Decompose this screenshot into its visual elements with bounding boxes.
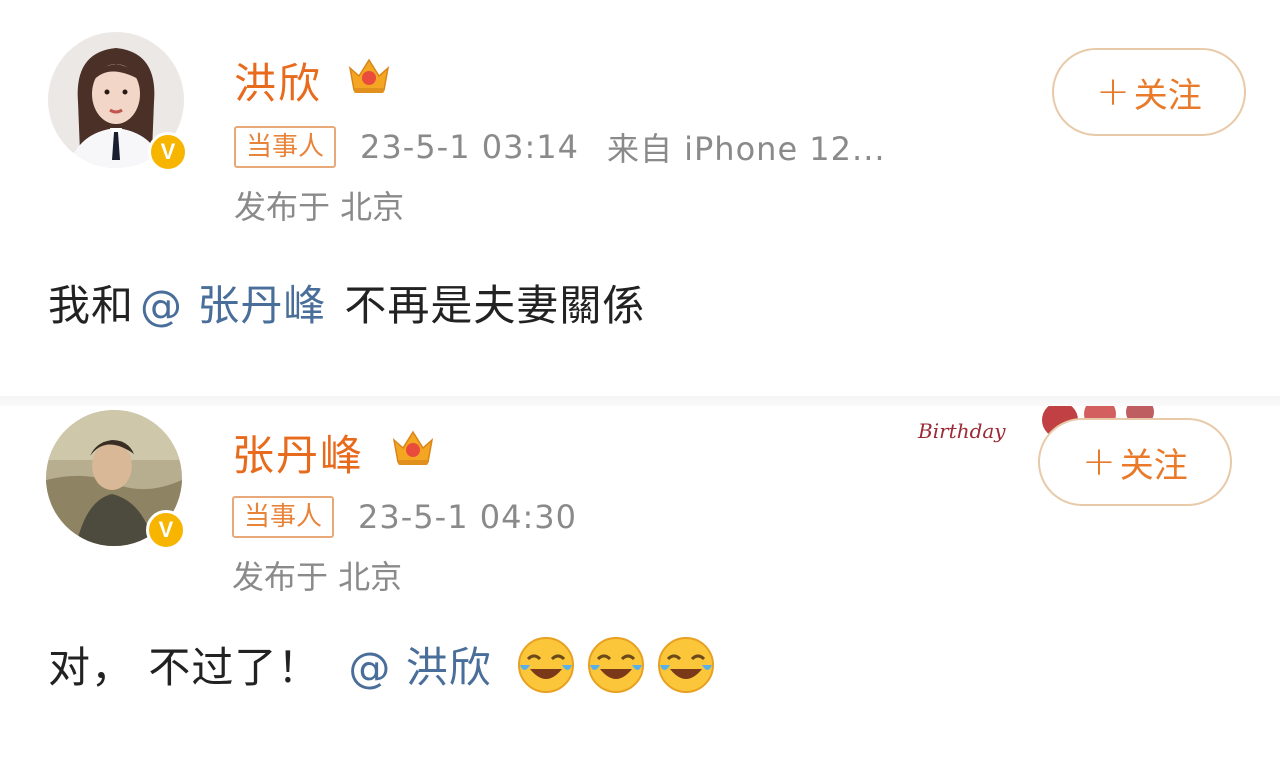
text-segment: 对， 不过了！ (48, 643, 321, 692)
meta-row: 当事人 23-5-1 03:14 来自 iPhone 12... (234, 124, 886, 170)
weibo-comment-screenshot: V 洪欣 + 关注 当事人 23-5-1 03:14 来自 iPhone 12.… (0, 0, 1280, 778)
post-location: 发布于 北京 (234, 188, 405, 226)
post-content: 我和 @ 张丹峰 不再是夫妻關係 (48, 272, 645, 333)
timestamp: 23-5-1 04:30 (358, 498, 577, 536)
follow-button[interactable]: + 关注 (1052, 48, 1246, 136)
follow-button[interactable]: + 关注 (1038, 418, 1232, 506)
meta-row: 当事人 23-5-1 04:30 (232, 496, 605, 538)
laughing-crying-emoji-icon (587, 636, 644, 693)
verified-icon: V (148, 132, 188, 172)
verified-icon: V (146, 510, 186, 550)
follow-label: 关注 (1133, 75, 1202, 116)
post-zhangdanfeng: V 张丹峰 + 关注 当事人 23-5-1 04:30 发布于 北京 对， 不过… (0, 400, 1280, 778)
role-badge: 当事人 (232, 496, 335, 538)
text-segment: 不再是夫妻關係 (344, 281, 646, 330)
role-badge: 当事人 (234, 126, 337, 168)
crown-icon (348, 58, 390, 93)
source-device: 来自 iPhone 12... (606, 130, 886, 168)
laughing-crying-emoji-icon (657, 636, 714, 693)
avatar-hongxin[interactable]: V (48, 32, 188, 172)
username[interactable]: 洪欣 (234, 50, 322, 111)
timestamp: 23-5-1 03:14 (360, 128, 579, 166)
laughing-crying-emoji-icon (517, 636, 574, 693)
text-segment: 我和 (48, 281, 135, 330)
follow-label: 关注 (1119, 445, 1188, 486)
post-location: 发布于 北京 (232, 558, 403, 596)
crown-icon (392, 430, 434, 465)
plus-icon: + (1082, 439, 1116, 485)
plus-icon: + (1096, 69, 1130, 115)
post-content: 对， 不过了！ @ 洪欣 (48, 634, 716, 695)
mention-link[interactable]: @ 张丹峰 (140, 272, 326, 333)
avatar-zhangdanfeng[interactable]: V (46, 410, 186, 550)
mention-link[interactable]: @ 洪欣 (348, 634, 491, 695)
post-hongxin: V 洪欣 + 关注 当事人 23-5-1 03:14 来自 iPhone 12.… (0, 0, 1280, 400)
username[interactable]: 张丹峰 (232, 422, 364, 483)
